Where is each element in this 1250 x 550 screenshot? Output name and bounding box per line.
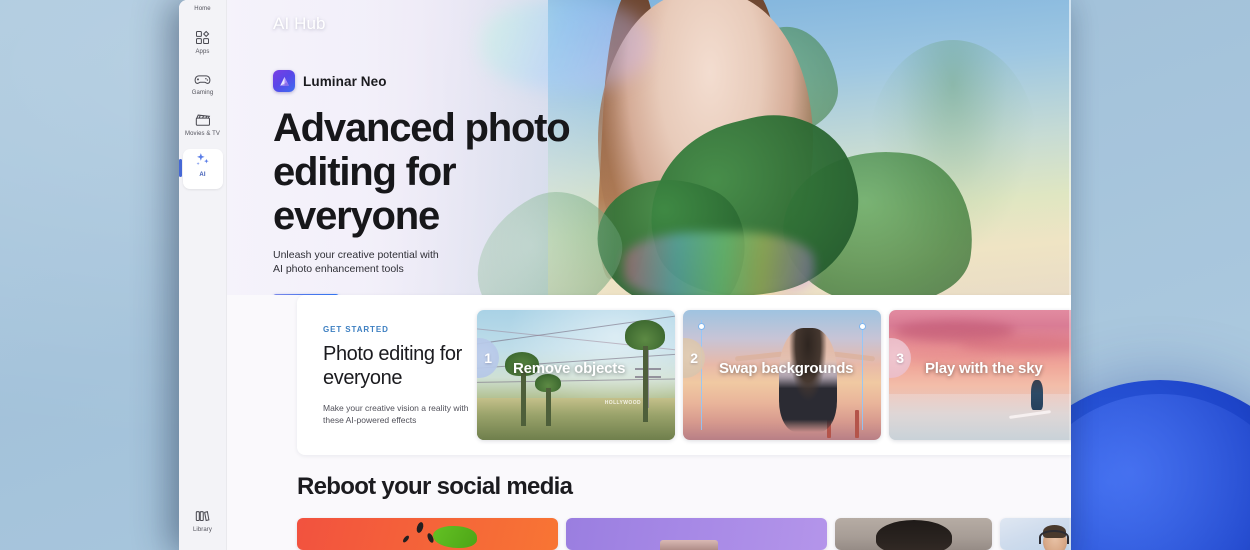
brand-name: Luminar Neo — [303, 73, 387, 89]
step3-water — [889, 394, 1071, 440]
sidebar-item-apps[interactable]: Apps — [182, 26, 224, 64]
sidebar-item-label: Library — [192, 527, 213, 533]
step-number: 3 — [896, 350, 904, 366]
step1-palm-trunk-3 — [643, 346, 648, 422]
step2-selection-line-left[interactable] — [701, 320, 702, 430]
step-label-1: Remove objects — [513, 360, 626, 377]
sidebar-item-label: Gaming — [191, 90, 214, 96]
sparkle-icon — [194, 152, 212, 169]
step1-pole-arm-b — [635, 376, 661, 378]
step2-yoga-model — [779, 328, 837, 432]
social-card-4-headphones — [1038, 530, 1069, 544]
navigation-rail: Home Apps Gaming Movies & TV AI Library — [179, 0, 227, 550]
sidebar-item-movies-tv[interactable]: Movies & TV — [182, 108, 224, 146]
step1-palm-trunk-1 — [521, 370, 526, 426]
apps-icon — [195, 29, 210, 46]
library-icon — [195, 507, 210, 524]
hero-banner[interactable]: AI Hub Luminar Neo Advanced photo editin… — [227, 0, 1071, 295]
social-card-red-food[interactable] — [297, 518, 558, 550]
sidebar-item-label: AI — [199, 172, 206, 178]
brand-row[interactable]: Luminar Neo — [273, 70, 603, 92]
social-card-2-desk — [659, 540, 718, 550]
get-started-eyebrow: GET STARTED — [323, 324, 389, 334]
get-started-card: GET STARTED Photo editing for everyone M… — [297, 295, 1071, 455]
step-number: 1 — [484, 350, 492, 366]
social-card-headset-man[interactable] — [1000, 518, 1071, 550]
main-content: AI Hub Luminar Neo Advanced photo editin… — [227, 0, 1071, 550]
social-card-1-vegetable — [432, 526, 477, 549]
social-card-1-seed-c — [401, 534, 411, 543]
gamepad-icon — [194, 70, 211, 87]
step2-selection-handle-right[interactable] — [860, 324, 865, 329]
sidebar-item-label: Home — [194, 6, 211, 12]
hero-headline: Advanced photo editing for everyone — [273, 106, 571, 238]
get-started-title: Photo editing for everyone — [323, 342, 462, 389]
step1-hollywood-sign: HOLLYWOOD — [604, 400, 641, 406]
clapperboard-icon — [195, 111, 211, 128]
sidebar-item-ai[interactable]: AI — [179, 149, 223, 189]
sidebar-item-gaming[interactable]: Gaming — [182, 67, 224, 105]
social-card-portrait[interactable] — [835, 518, 992, 550]
social-card-3-hair — [875, 520, 952, 550]
sidebar-item-library[interactable]: Library — [182, 504, 224, 542]
sidebar-item-home[interactable]: Home — [182, 5, 224, 23]
step-card-remove-objects[interactable]: HOLLYWOOD 1 Remove objects — [477, 310, 675, 440]
step1-palm-trunk-2 — [546, 388, 551, 426]
hero-content: AI Hub Luminar Neo Advanced photo editin… — [273, 14, 603, 295]
step-card-play-with-sky[interactable]: 3 Play with the sky — [889, 310, 1071, 440]
luminar-neo-logo-icon — [273, 70, 295, 92]
sidebar-item-label: Apps — [195, 49, 210, 55]
step-number: 2 — [690, 350, 698, 366]
microsoft-store-window: Home Apps Gaming Movies & TV AI Library … — [179, 0, 1071, 550]
step-label-2: Swap backgrounds — [719, 360, 854, 377]
social-card-row — [297, 518, 1071, 550]
get-started-steps: HOLLYWOOD 1 Remove objects 2 Swap backgr… — [477, 310, 1071, 440]
step-number-badge-3: 3 — [889, 338, 911, 378]
step1-pole-arm-a — [635, 368, 661, 370]
page-title: AI Hub — [273, 14, 326, 33]
step-card-swap-backgrounds[interactable]: 2 Swap backgrounds — [683, 310, 881, 440]
sidebar-item-label: Movies & TV — [185, 131, 220, 137]
social-card-purple-desk[interactable] — [566, 518, 827, 550]
step2-selection-handle-left[interactable] — [699, 324, 704, 329]
try-it-now-button[interactable]: Try it now — [273, 294, 339, 295]
step-label-3: Play with the sky — [925, 360, 1043, 377]
step3-surfer — [1031, 380, 1043, 410]
window-right-edge — [1069, 0, 1071, 550]
hero-subhead: Unleash your creative potential with AI … — [273, 249, 439, 275]
social-card-1-seed-a — [415, 521, 425, 535]
get-started-description: Make your creative vision a reality with… — [323, 402, 469, 425]
step2-selection-line-right[interactable] — [862, 320, 863, 430]
social-section-title: Reboot your social media — [297, 473, 573, 500]
get-started-text: GET STARTED Photo editing for everyone M… — [297, 325, 477, 426]
